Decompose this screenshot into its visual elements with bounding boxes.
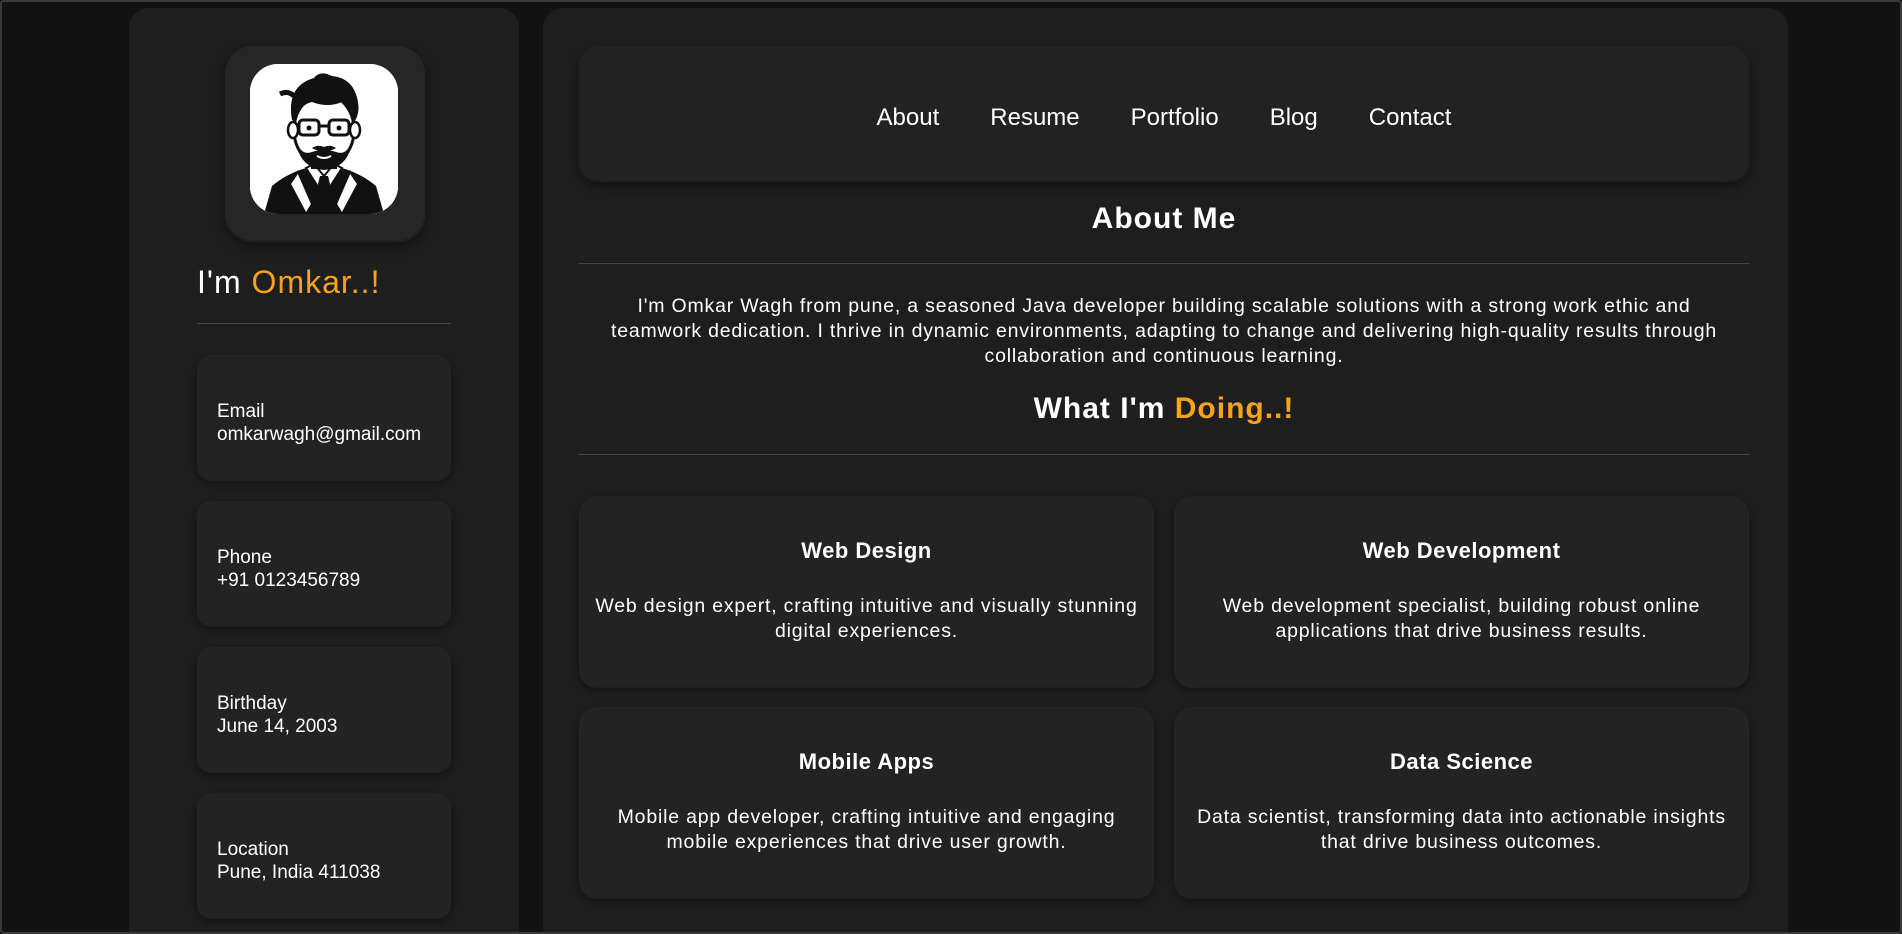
top-navbar: About Resume Portfolio Blog Contact [579,46,1749,180]
service-desc: Web design expert, crafting intuitive an… [595,595,1138,642]
contact-value[interactable]: +91 0123456789 [217,569,360,593]
contact-label: Email [217,401,265,422]
doing-title-prefix: What I'm [1033,392,1175,425]
about-divider [579,263,1749,264]
contact-card-phone: Phone +91 0123456789 [197,501,451,625]
service-title: Web Development [1362,538,1561,563]
name-accent: Omkar..! [251,264,381,300]
service-title: Data Science [1390,749,1533,774]
avatar [250,64,398,214]
about-text: I'm Omkar Wagh from pune, a seasoned Jav… [610,295,1717,367]
nav-item-about[interactable]: About [877,104,940,132]
contact-card-email: Email omkarwagh@gmail.com [197,355,451,479]
contact-label: Phone [217,547,272,568]
service-title: Mobile Apps [798,749,935,774]
profile-sidebar: I'm Omkar..! Email omkarwagh@gmail.com P… [129,8,519,932]
service-desc: Web development specialist, building rob… [1222,595,1701,642]
contact-value: Pune, India 411038 [217,862,381,883]
nav-item-resume[interactable]: Resume [990,104,1079,132]
service-card-data-science: Data Science Data scientist, transformin… [1174,707,1749,897]
service-card-web-design: Web Design Web design expert, crafting i… [579,496,1154,686]
contact-value[interactable]: omkarwagh@gmail.com [217,423,421,447]
name-prefix: I'm [197,264,252,300]
doing-title-accent: Doing..! [1174,392,1295,425]
doing-divider [579,454,1749,455]
contact-value: June 14, 2003 [217,716,338,737]
profile-name: I'm Omkar..! [197,264,380,301]
browser-viewport: I'm Omkar..! Email omkarwagh@gmail.com P… [0,0,1902,934]
contact-label: Birthday [217,693,287,714]
contact-label: Location [217,839,289,860]
developer-avatar-icon [250,64,398,214]
service-card-web-development: Web Development Web development speciali… [1174,496,1749,686]
about-title: About Me [1091,202,1237,235]
service-card-mobile-apps: Mobile Apps Mobile app developer, crafti… [579,707,1154,897]
nav-item-contact[interactable]: Contact [1369,104,1452,132]
contact-card-birthday: Birthday June 14, 2003 [197,647,451,771]
nav-item-portfolio[interactable]: Portfolio [1131,104,1219,132]
main-panel: About Resume Portfolio Blog Contact Abou… [543,8,1788,932]
service-title: Web Design [801,538,932,563]
nav-item-blog[interactable]: Blog [1270,104,1318,132]
service-desc: Data scientist, transforming data into a… [1197,806,1726,853]
contact-card-location: Location Pune, India 411038 [197,793,451,917]
sidebar-divider [197,323,451,324]
doing-title: What I'm Doing..! [579,392,1749,426]
service-desc: Mobile app developer, crafting intuitive… [617,806,1116,853]
avatar-container [225,46,425,240]
